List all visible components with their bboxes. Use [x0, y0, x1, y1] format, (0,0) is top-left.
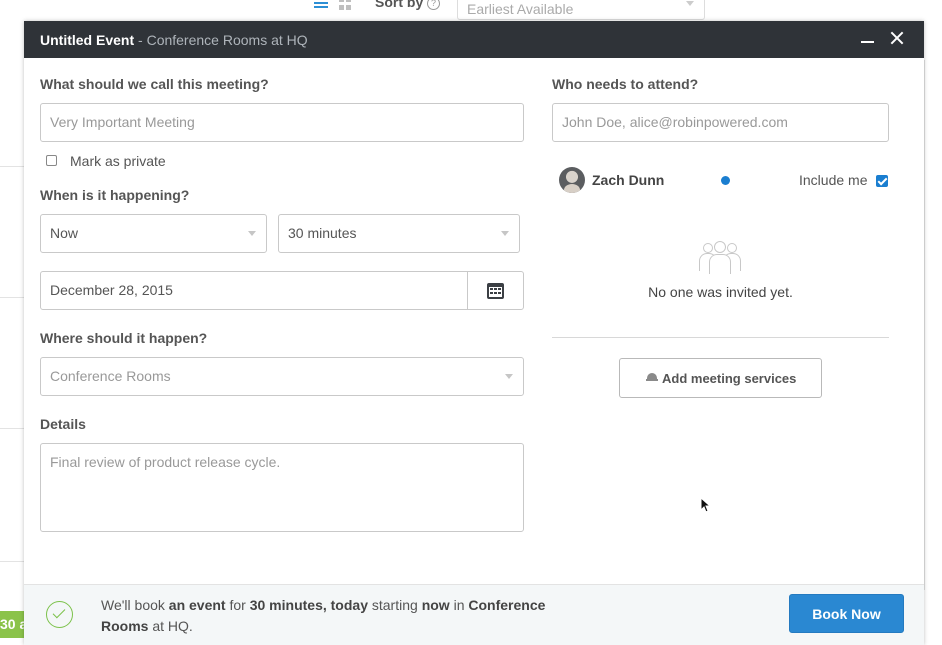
details-textarea[interactable]: Final review of product release cycle. — [40, 443, 524, 532]
sort-by-label: Sort by — [375, 0, 424, 10]
check-circle-icon — [46, 601, 73, 628]
meeting-name-input[interactable]: Very Important Meeting — [40, 103, 524, 142]
add-meeting-services-label: Add meeting services — [662, 371, 797, 386]
close-icon[interactable] — [890, 31, 904, 45]
location-select[interactable]: Conference Rooms — [40, 357, 524, 396]
where-label: Where should it happen? — [40, 330, 208, 346]
attendees-input[interactable]: John Doe, alice@robinpowered.com — [552, 103, 889, 142]
online-dot-icon — [721, 176, 730, 185]
chevron-down-icon — [505, 374, 513, 379]
details-placeholder: Final review of product release cycle. — [50, 454, 281, 470]
private-checkbox[interactable] — [46, 155, 57, 166]
summary-start: now — [421, 597, 450, 613]
date-value: December 28, 2015 — [50, 282, 173, 298]
attendees-placeholder: John Doe, alice@robinpowered.com — [562, 114, 788, 130]
booking-summary-text: We'll book an event for 30 minutes, toda… — [101, 595, 581, 637]
help-icon[interactable]: ? — [427, 0, 440, 10]
chevron-down-icon — [248, 231, 256, 236]
summary-part: We'll book — [101, 597, 169, 613]
avatar — [559, 167, 585, 193]
summary-event: an event — [168, 597, 226, 613]
new-event-modal: Untitled Event - Conference Rooms at HQ … — [24, 21, 924, 645]
background-toolbar: Sort by ? Earliest Available — [0, 0, 942, 22]
summary-duration: 30 minutes, today — [249, 597, 368, 613]
event-title: Untitled Event — [40, 32, 135, 48]
summary-part: in — [449, 597, 469, 613]
meeting-name-label: What should we call this meeting? — [40, 76, 269, 92]
background-divider — [0, 561, 24, 562]
include-me-label: Include me — [799, 172, 868, 188]
mouse-cursor-icon — [700, 497, 710, 513]
meeting-name-placeholder: Very Important Meeting — [50, 114, 195, 130]
summary-part: starting — [367, 597, 422, 613]
title-separator: - — [134, 32, 147, 48]
people-icon — [697, 241, 743, 275]
attendees-divider — [552, 337, 889, 338]
summary-part: at HQ. — [148, 618, 193, 634]
private-label: Mark as private — [70, 153, 166, 169]
duration-value: 30 minutes — [288, 225, 357, 241]
empty-invites-text: No one was invited yet. — [648, 284, 793, 300]
background-divider — [0, 297, 24, 298]
modal-header: Untitled Event - Conference Rooms at HQ — [24, 21, 924, 58]
list-view-icon[interactable] — [314, 0, 328, 10]
date-input[interactable]: December 28, 2015 — [40, 271, 468, 310]
background-divider — [0, 166, 24, 167]
sort-select[interactable]: Earliest Available — [457, 0, 705, 20]
timeline-badge[interactable]: 30 am — [0, 611, 26, 638]
sort-select-value: Earliest Available — [467, 1, 574, 17]
add-meeting-services-button[interactable]: Add meeting services — [619, 358, 822, 398]
location-value: Conference Rooms — [50, 368, 171, 384]
start-time-value: Now — [50, 225, 79, 241]
start-time-select[interactable]: Now — [40, 214, 267, 253]
organizer-name: Zach Dunn — [592, 172, 665, 188]
calendar-button[interactable] — [467, 271, 524, 310]
when-label: When is it happening? — [40, 187, 190, 203]
duration-select[interactable]: 30 minutes — [278, 214, 520, 253]
chevron-down-icon — [686, 1, 694, 6]
summary-part: for — [225, 597, 250, 613]
book-now-button[interactable]: Book Now — [789, 594, 904, 633]
details-label: Details — [40, 416, 86, 432]
bell-icon — [646, 372, 658, 381]
include-me-checkbox[interactable] — [876, 175, 888, 187]
calendar-icon — [487, 283, 504, 299]
timeline-badge-label: 30 am — [0, 616, 26, 632]
background-divider — [0, 428, 24, 429]
chevron-down-icon — [501, 231, 509, 236]
event-location-context: Conference Rooms at HQ — [146, 32, 308, 48]
minimize-icon[interactable] — [861, 41, 874, 43]
modal-title: Untitled Event - Conference Rooms at HQ — [40, 32, 308, 48]
background-divider — [924, 60, 925, 590]
booking-summary-footer: We'll book an event for 30 minutes, toda… — [24, 584, 924, 645]
attendees-label: Who needs to attend? — [552, 76, 699, 92]
grid-view-icon[interactable] — [339, 0, 352, 10]
